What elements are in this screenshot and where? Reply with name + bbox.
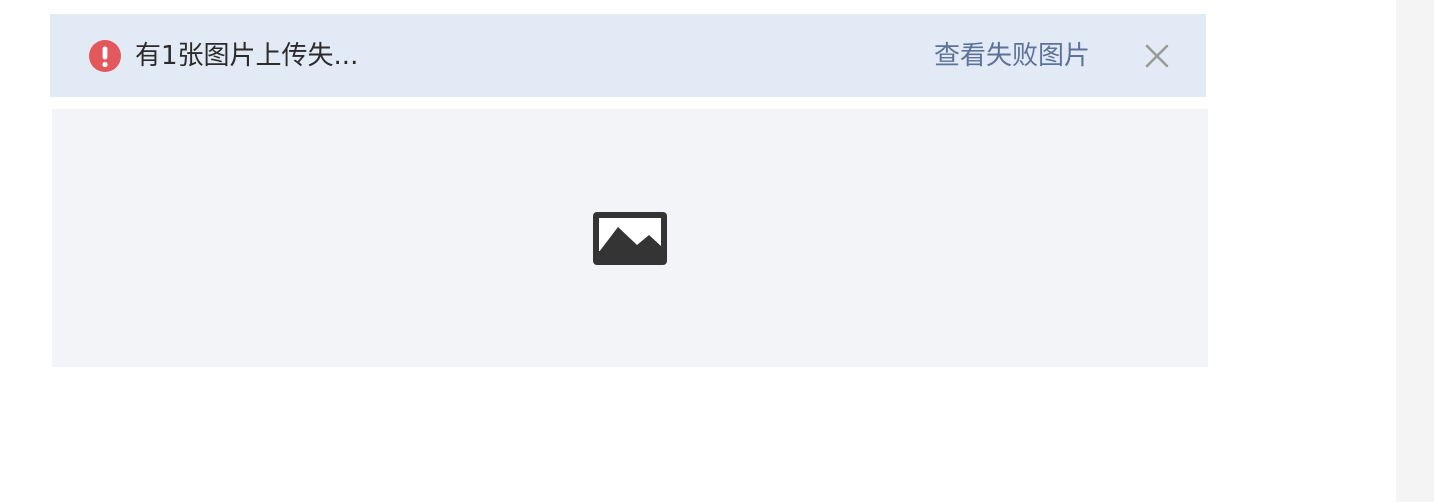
scrollbar-track[interactable]	[1396, 0, 1434, 502]
image-icon	[593, 212, 667, 265]
error-exclamation-icon	[89, 40, 121, 72]
page: 有1张图片上传失... 查看失败图片	[0, 0, 1434, 502]
upload-failure-alert: 有1张图片上传失... 查看失败图片	[50, 14, 1206, 97]
alert-message: 有1张图片上传失...	[135, 41, 359, 71]
close-icon[interactable]	[1144, 43, 1170, 69]
image-placeholder[interactable]	[52, 109, 1208, 367]
view-failed-images-link[interactable]: 查看失败图片	[934, 38, 1090, 74]
